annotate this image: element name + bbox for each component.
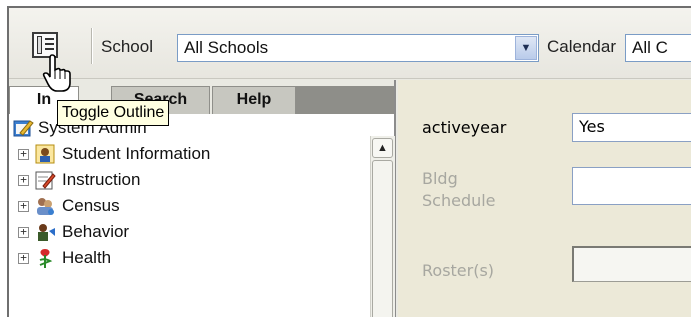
toolbar: School All Schools ▼ Calendar All C: [9, 8, 691, 79]
outline-line-icon: [45, 38, 54, 40]
calendar-select[interactable]: All C: [625, 34, 691, 62]
tree-item-label: Student Information: [62, 144, 211, 163]
behavior-icon: [38, 224, 55, 241]
chevron-down-icon[interactable]: ▼: [515, 36, 537, 60]
school-select-value: All Schools: [184, 38, 269, 57]
outline-scrollbar[interactable]: ▲: [370, 136, 395, 317]
health-icon: [39, 249, 53, 268]
tab-index-label: In: [36, 91, 52, 108]
census-icon: [37, 198, 54, 215]
school-label: School: [101, 37, 153, 56]
bldg-schedule-label-line-1: Bldg: [422, 169, 458, 188]
bldg-schedule-label-line-2: Schedule: [422, 191, 496, 210]
system-admin-icon: [13, 120, 34, 137]
outline-line-icon: [45, 48, 54, 50]
activeyear-field[interactable]: Yes: [572, 113, 691, 142]
school-select[interactable]: All Schools ▼: [177, 34, 539, 62]
instruction-icon: [35, 171, 56, 190]
outline-line-icon: [45, 43, 54, 45]
tree-item-label: Instruction: [62, 170, 141, 189]
calendar-label: Calendar: [547, 37, 616, 56]
expand-icon[interactable]: +: [18, 174, 29, 186]
scrollbar-thumb[interactable]: [372, 160, 393, 317]
scroll-up-arrow-icon[interactable]: ▲: [372, 138, 393, 158]
calendar-select-value: All C: [632, 38, 668, 57]
tree-item-label: Census: [62, 196, 120, 215]
hand-pointer-icon: [42, 54, 71, 92]
roster-field[interactable]: [572, 246, 691, 282]
application-window: School All Schools ▼ Calendar All C In S…: [7, 6, 691, 317]
toggle-outline-tooltip: Toggle Outline: [57, 100, 170, 126]
expand-icon[interactable]: +: [18, 252, 29, 264]
tab-strip-filler: [296, 86, 394, 114]
outline-pane-icon: [37, 36, 42, 54]
student-information-icon: [35, 144, 55, 164]
tree-item-label: Health: [62, 248, 112, 267]
expand-icon[interactable]: +: [18, 200, 29, 212]
tree-item-label: Behavior: [62, 222, 130, 241]
expand-icon[interactable]: +: [18, 148, 29, 160]
detail-form: activeyear Yes Bldg Schedule Roster(s): [398, 80, 691, 317]
toolbar-separator: [91, 28, 93, 64]
bldg-schedule-field[interactable]: [572, 167, 691, 205]
expand-icon[interactable]: +: [18, 226, 29, 238]
tab-help[interactable]: Help: [212, 86, 296, 114]
roster-label: Roster(s): [422, 261, 495, 280]
activeyear-label: activeyear: [422, 118, 507, 137]
activeyear-value: Yes: [579, 117, 605, 136]
tab-help-label: Help: [236, 91, 272, 108]
